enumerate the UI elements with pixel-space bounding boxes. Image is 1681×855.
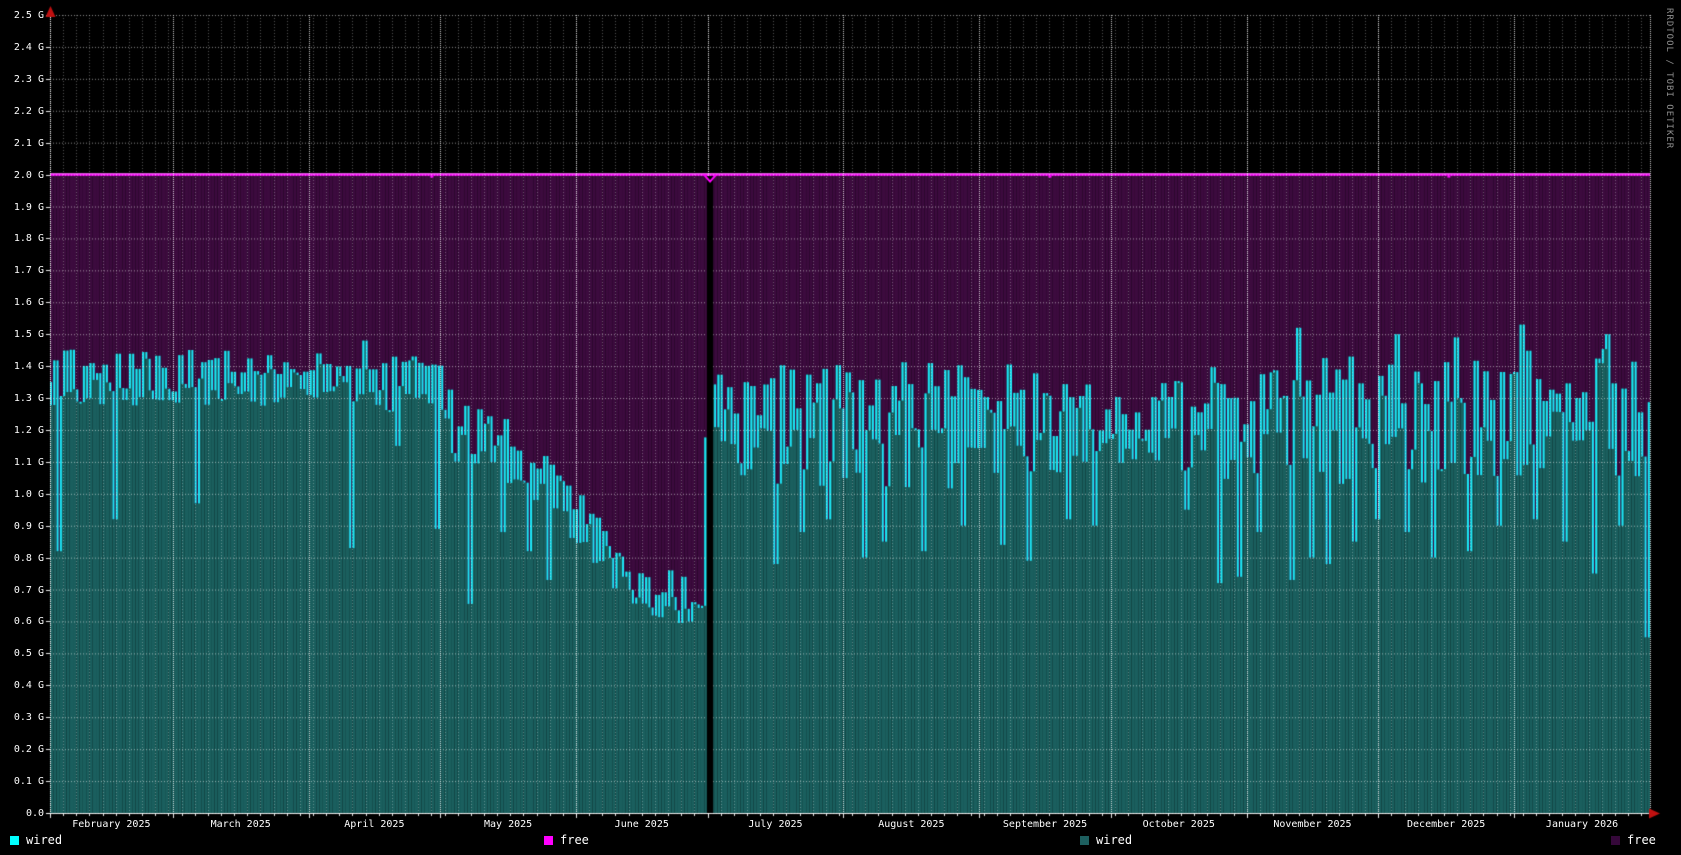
y-axis-label: 0.5 G [4,648,44,659]
month-label: May 2025 [484,819,532,830]
y-axis-label: 2.3 G [4,74,44,85]
month-label: June 2025 [615,819,669,830]
month-label: September 2025 [1003,819,1087,830]
y-axis-label: 0.6 G [4,616,44,627]
y-axis-label: 1.3 G [4,393,44,404]
month-label: January 2026 [1546,819,1618,830]
chart-canvas [0,0,1681,855]
y-axis-label: 2.5 G [4,10,44,21]
legend-label: wired [26,833,62,847]
y-axis-label: 2.0 G [4,170,44,181]
month-label: July 2025 [748,819,802,830]
month-label: November 2025 [1273,819,1351,830]
memory-usage-graph: 2.5 G 2.4 G 2.3 G 2.2 G 2.1 G 2.0 G 1.9 G 1.8 G… [0,0,1681,855]
y-axis-label: 2.1 G [4,138,44,149]
y-axis-label: 0.1 G [4,776,44,787]
y-axis-label: 1.2 G [4,425,44,436]
y-axis-label: 0.0 [4,808,44,819]
legend-label: free [1627,833,1656,847]
y-axis-label: 1.4 G [4,361,44,372]
y-axis-label: 1.5 G [4,329,44,340]
month-label: February 2025 [72,819,150,830]
y-axis-label: 1.1 G [4,457,44,468]
y-axis-label: 0.3 G [4,712,44,723]
y-axis-label: 2.2 G [4,106,44,117]
y-axis-label: 1.7 G [4,265,44,276]
y-axis-label: 2.4 G [4,42,44,53]
y-axis-label: 0.9 G [4,521,44,532]
y-axis-label: 1.6 G [4,297,44,308]
y-axis-label: 0.4 G [4,680,44,691]
legend-label: free [560,833,589,847]
y-axis-label: 1.9 G [4,202,44,213]
month-label: December 2025 [1407,819,1485,830]
wired-area-swatch-icon [1080,836,1089,845]
month-label: April 2025 [344,819,404,830]
legend-label: wired [1096,833,1132,847]
legend-item-free-line: free [544,834,589,848]
y-axis-label: 0.2 G [4,744,44,755]
legend-item-free-area: free [1611,834,1656,848]
free-area-swatch-icon [1611,836,1620,845]
legend-item-wired-area: wired [1080,834,1132,848]
month-label: August 2025 [878,819,944,830]
y-axis-label: 1.0 G [4,489,44,500]
month-label: October 2025 [1143,819,1215,830]
legend-item-wired-line: wired [10,834,62,848]
wired-line-swatch-icon [10,836,19,845]
y-axis-label: 0.7 G [4,585,44,596]
rrdtool-watermark: RRDTOOL / TOBI OETIKER [1664,8,1674,149]
free-line-swatch-icon [544,836,553,845]
y-axis-label: 1.8 G [4,233,44,244]
month-label: March 2025 [211,819,271,830]
y-axis-label: 0.8 G [4,553,44,564]
